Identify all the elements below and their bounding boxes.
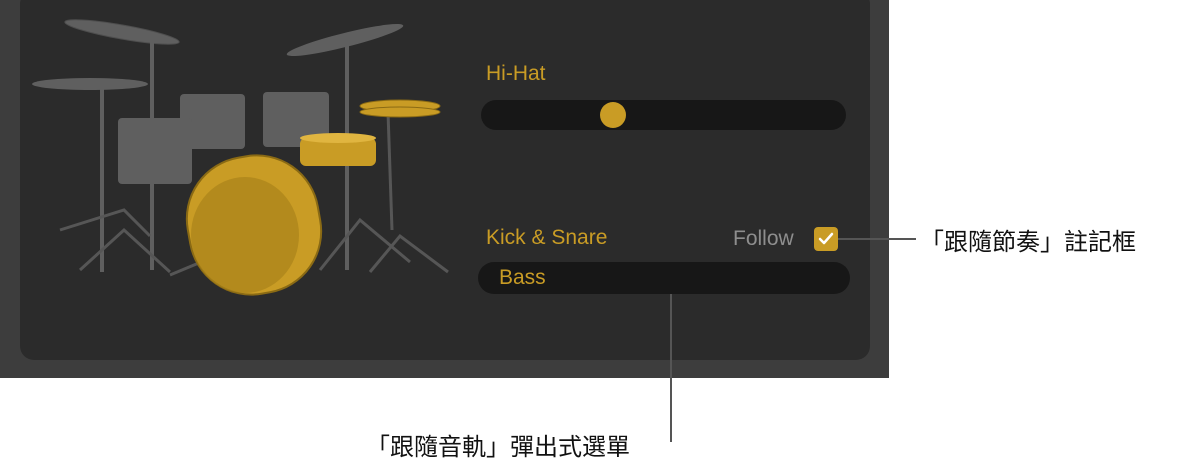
kick-snare-label: Kick & Snare [486,226,608,249]
follow-track-value: Bass [499,266,546,289]
checkmark-icon [818,232,834,245]
hihat-slider-knob[interactable] [599,102,626,128]
drummer-editor-frame [0,0,889,378]
follow-checkbox[interactable] [814,227,838,251]
callout-line-popup [670,294,672,442]
callout-follow-track-popup: 「跟隨音軌」彈出式選單 [366,433,630,461]
drum-kit-icon[interactable] [20,0,460,320]
kick-drum[interactable] [177,146,331,305]
follow-label: Follow [733,227,794,250]
hihat-slider[interactable] [481,100,846,130]
callout-follow-checkbox: 「跟隨節奏」註記框 [920,228,1136,256]
follow-track-popup[interactable]: Bass [478,262,850,294]
hihat-label: Hi-Hat [486,62,546,85]
callout-line-checkbox [838,238,916,240]
snare-drum[interactable] [300,133,376,166]
floor-tom[interactable] [118,118,192,184]
hihat-cymbal[interactable] [359,99,441,118]
